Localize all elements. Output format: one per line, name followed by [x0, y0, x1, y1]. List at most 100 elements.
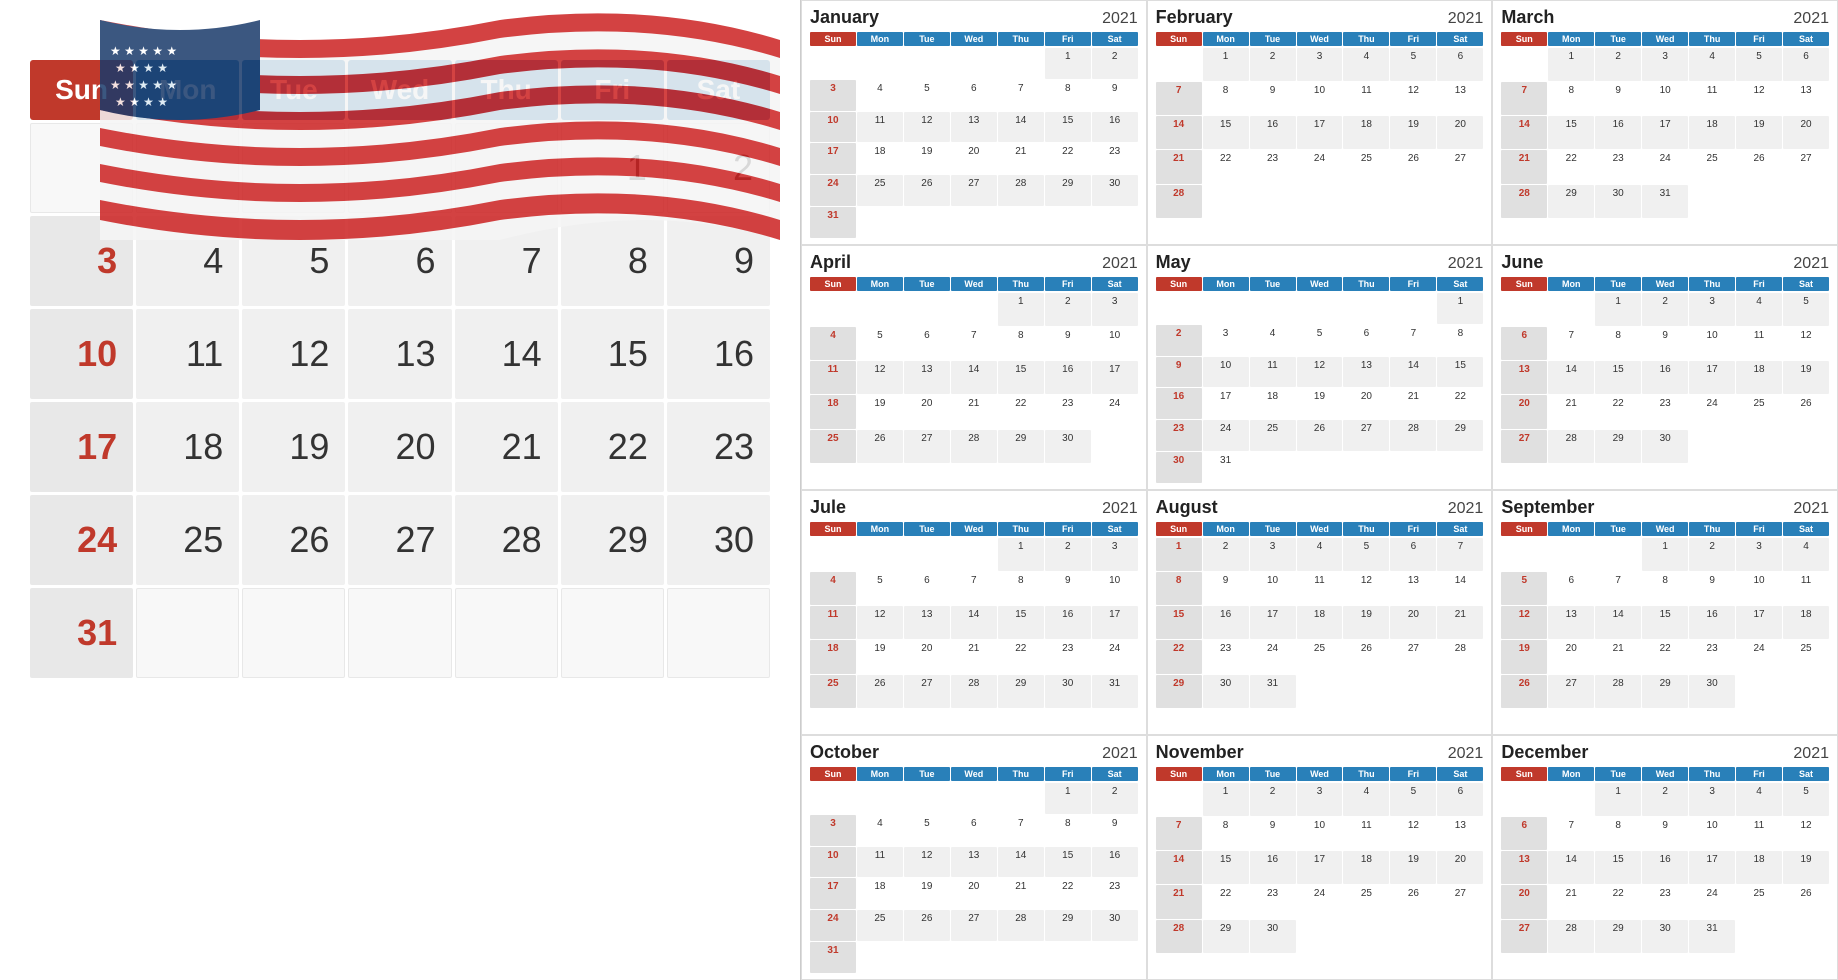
mini-day-cell: 12 — [1390, 82, 1436, 115]
mini-day-cell: 19 — [904, 878, 950, 909]
mini-day-cell: 10 — [1203, 357, 1249, 388]
mini-day-cell: 13 — [1548, 606, 1594, 639]
main-day-cell: 14 — [455, 309, 558, 399]
mini-day-cell: 31 — [1203, 452, 1249, 483]
mini-month-september: September2021SunMonTueWedThuFriSat123456… — [1492, 490, 1838, 735]
mini-day-cell: 28 — [951, 675, 997, 708]
mini-day-cell: 5 — [1297, 325, 1343, 356]
mini-day-cell: 23 — [1045, 395, 1091, 428]
mini-day-cell: 24 — [1203, 420, 1249, 451]
mini-month-february: February2021SunMonTueWedThuFriSat1234567… — [1147, 0, 1493, 245]
mini-day-cell: 15 — [1045, 847, 1091, 878]
mini-day-cell — [951, 48, 997, 79]
mini-day-header-cell: Mon — [1548, 277, 1594, 291]
mini-day-cell: 20 — [951, 878, 997, 909]
mini-day-cell: 23 — [1642, 885, 1688, 918]
mini-day-cell: 18 — [1736, 851, 1782, 884]
mini-day-header-cell: Mon — [1203, 277, 1249, 291]
mini-day-cell: 26 — [1501, 675, 1547, 708]
mini-day-cell: 7 — [951, 327, 997, 360]
mini-day-cell: 8 — [1548, 82, 1594, 115]
mini-day-header: SunMonTueWedThuFriSat — [810, 277, 1138, 291]
mini-day-cell: 22 — [1595, 395, 1641, 428]
mini-day-cell — [810, 293, 856, 326]
mini-day-cell: 21 — [1595, 640, 1641, 673]
mini-day-header-cell: Sun — [1156, 522, 1202, 536]
mini-day-header-cell: Sat — [1092, 522, 1138, 536]
mini-day-cell — [1250, 185, 1296, 218]
mini-day-cell: 4 — [1689, 48, 1735, 81]
mini-day-cell: 24 — [1250, 640, 1296, 673]
mini-day-cell: 16 — [1642, 851, 1688, 884]
mini-day-cell: 7 — [1156, 817, 1202, 850]
mini-day-cell — [1390, 185, 1436, 218]
mini-day-cell — [1203, 954, 1249, 973]
mini-day-cell — [1343, 920, 1389, 953]
mini-day-cell — [951, 464, 997, 483]
mini-day-cell — [951, 207, 997, 238]
mini-day-cell — [1501, 709, 1547, 728]
mini-day-cell: 11 — [1343, 817, 1389, 850]
mini-day-cell: 14 — [951, 361, 997, 394]
mini-day-cell: 12 — [904, 847, 950, 878]
mini-day-cell: 20 — [904, 395, 950, 428]
mini-day-cell: 26 — [857, 675, 903, 708]
mini-day-cell — [1092, 430, 1138, 463]
mini-day-cell: 6 — [951, 80, 997, 111]
mini-day-cell — [1437, 219, 1483, 238]
mini-day-cell — [1045, 709, 1091, 728]
mini-day-cell: 22 — [1437, 388, 1483, 419]
mini-day-cell: 18 — [1689, 116, 1735, 149]
month-title-area — [0, 0, 800, 40]
mini-day-cell — [1045, 207, 1091, 238]
mini-month-june: June2021SunMonTueWedThuFriSat12345678910… — [1492, 245, 1838, 490]
mini-day-cell: 3 — [1689, 293, 1735, 326]
mini-day-cell: 20 — [951, 143, 997, 174]
main-day-cell — [348, 588, 451, 678]
mini-day-cell — [1092, 709, 1138, 728]
svg-text:★ ★ ★ ★ ★: ★ ★ ★ ★ ★ — [110, 78, 177, 92]
mini-day-cell: 19 — [857, 640, 903, 673]
mini-day-cell: 1 — [1045, 783, 1091, 814]
mini-day-cell: 14 — [1156, 116, 1202, 149]
mini-day-cell: 23 — [1595, 150, 1641, 183]
mini-day-cell: 27 — [951, 910, 997, 941]
mini-day-cell: 12 — [1390, 817, 1436, 850]
mini-day-header-cell: Fri — [1045, 767, 1091, 781]
mini-day-cell: 2 — [1203, 538, 1249, 571]
mini-month-name: April — [810, 252, 851, 273]
mini-day-cell: 13 — [1390, 572, 1436, 605]
mini-day-header-cell: Tue — [1250, 32, 1296, 46]
mini-day-cell: 18 — [810, 640, 856, 673]
mini-day-cell — [1783, 430, 1829, 463]
mini-day-cell: 17 — [1689, 851, 1735, 884]
mini-day-cell: 14 — [1595, 606, 1641, 639]
mini-day-cell: 29 — [1548, 185, 1594, 218]
mini-month-name: June — [1501, 252, 1543, 273]
mini-day-cell: 8 — [998, 327, 1044, 360]
mini-day-header: SunMonTueWedThuFriSat — [1501, 767, 1829, 781]
mini-day-cell: 16 — [1045, 361, 1091, 394]
svg-text:★ ★ ★ ★ ★: ★ ★ ★ ★ ★ — [110, 44, 177, 58]
mini-day-cell: 17 — [810, 878, 856, 909]
mini-day-cell — [1642, 464, 1688, 483]
mini-day-header: SunMonTueWedThuFriSat — [810, 32, 1138, 46]
mini-day-cell — [1501, 783, 1547, 816]
mini-day-cell: 22 — [1045, 143, 1091, 174]
mini-day-header-cell: Sun — [1501, 277, 1547, 291]
mini-day-cell — [1203, 185, 1249, 218]
mini-day-cell: 16 — [1156, 388, 1202, 419]
mini-month-january: January2021SunMonTueWedThuFriSat12345678… — [801, 0, 1147, 245]
mini-day-header-cell: Sat — [1437, 767, 1483, 781]
mini-day-cell: 24 — [810, 910, 856, 941]
mini-day-cell: 30 — [1045, 430, 1091, 463]
mini-day-cell — [951, 293, 997, 326]
mini-day-cell: 13 — [1437, 817, 1483, 850]
mini-day-cell: 14 — [1501, 116, 1547, 149]
mini-day-cell: 20 — [1783, 116, 1829, 149]
mini-day-cell — [1390, 675, 1436, 708]
mini-day-cell — [1297, 709, 1343, 728]
mini-day-cell: 11 — [857, 112, 903, 143]
mini-day-cell: 3 — [1092, 538, 1138, 571]
mini-day-cell: 11 — [1736, 327, 1782, 360]
